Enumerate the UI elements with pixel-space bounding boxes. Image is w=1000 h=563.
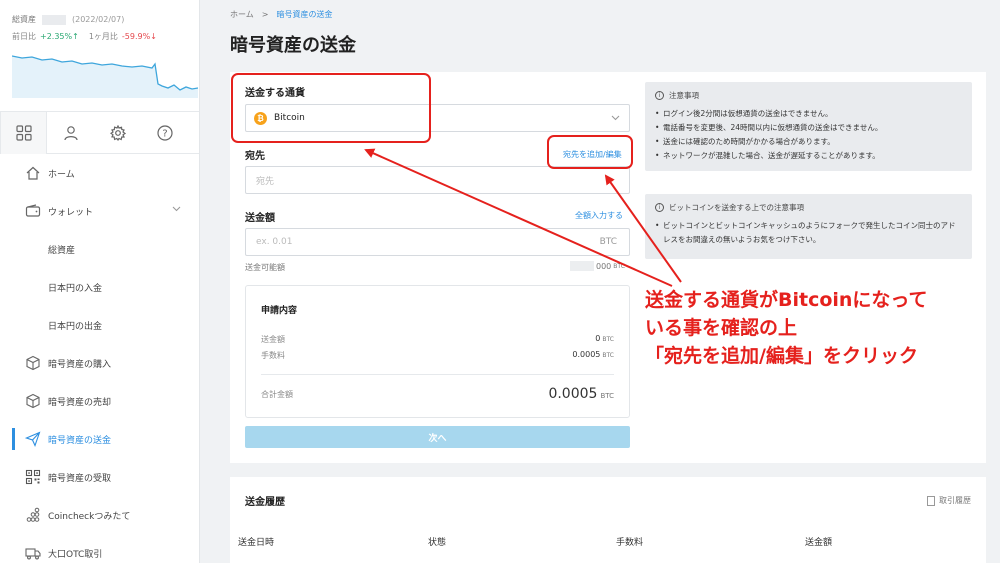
annotation-text: 送金する通貨がBitcoinになって いる事を確認の上 「宛先を追加/編集」をク… [645,286,995,370]
annotation-line: 「宛先を追加/編集」をクリック [645,345,918,367]
annotation-arrows [364,148,682,287]
annotation-line: いる事を確認の上 [645,317,798,339]
annotation-line: 送金する通貨がBitcoinになって [645,289,928,311]
